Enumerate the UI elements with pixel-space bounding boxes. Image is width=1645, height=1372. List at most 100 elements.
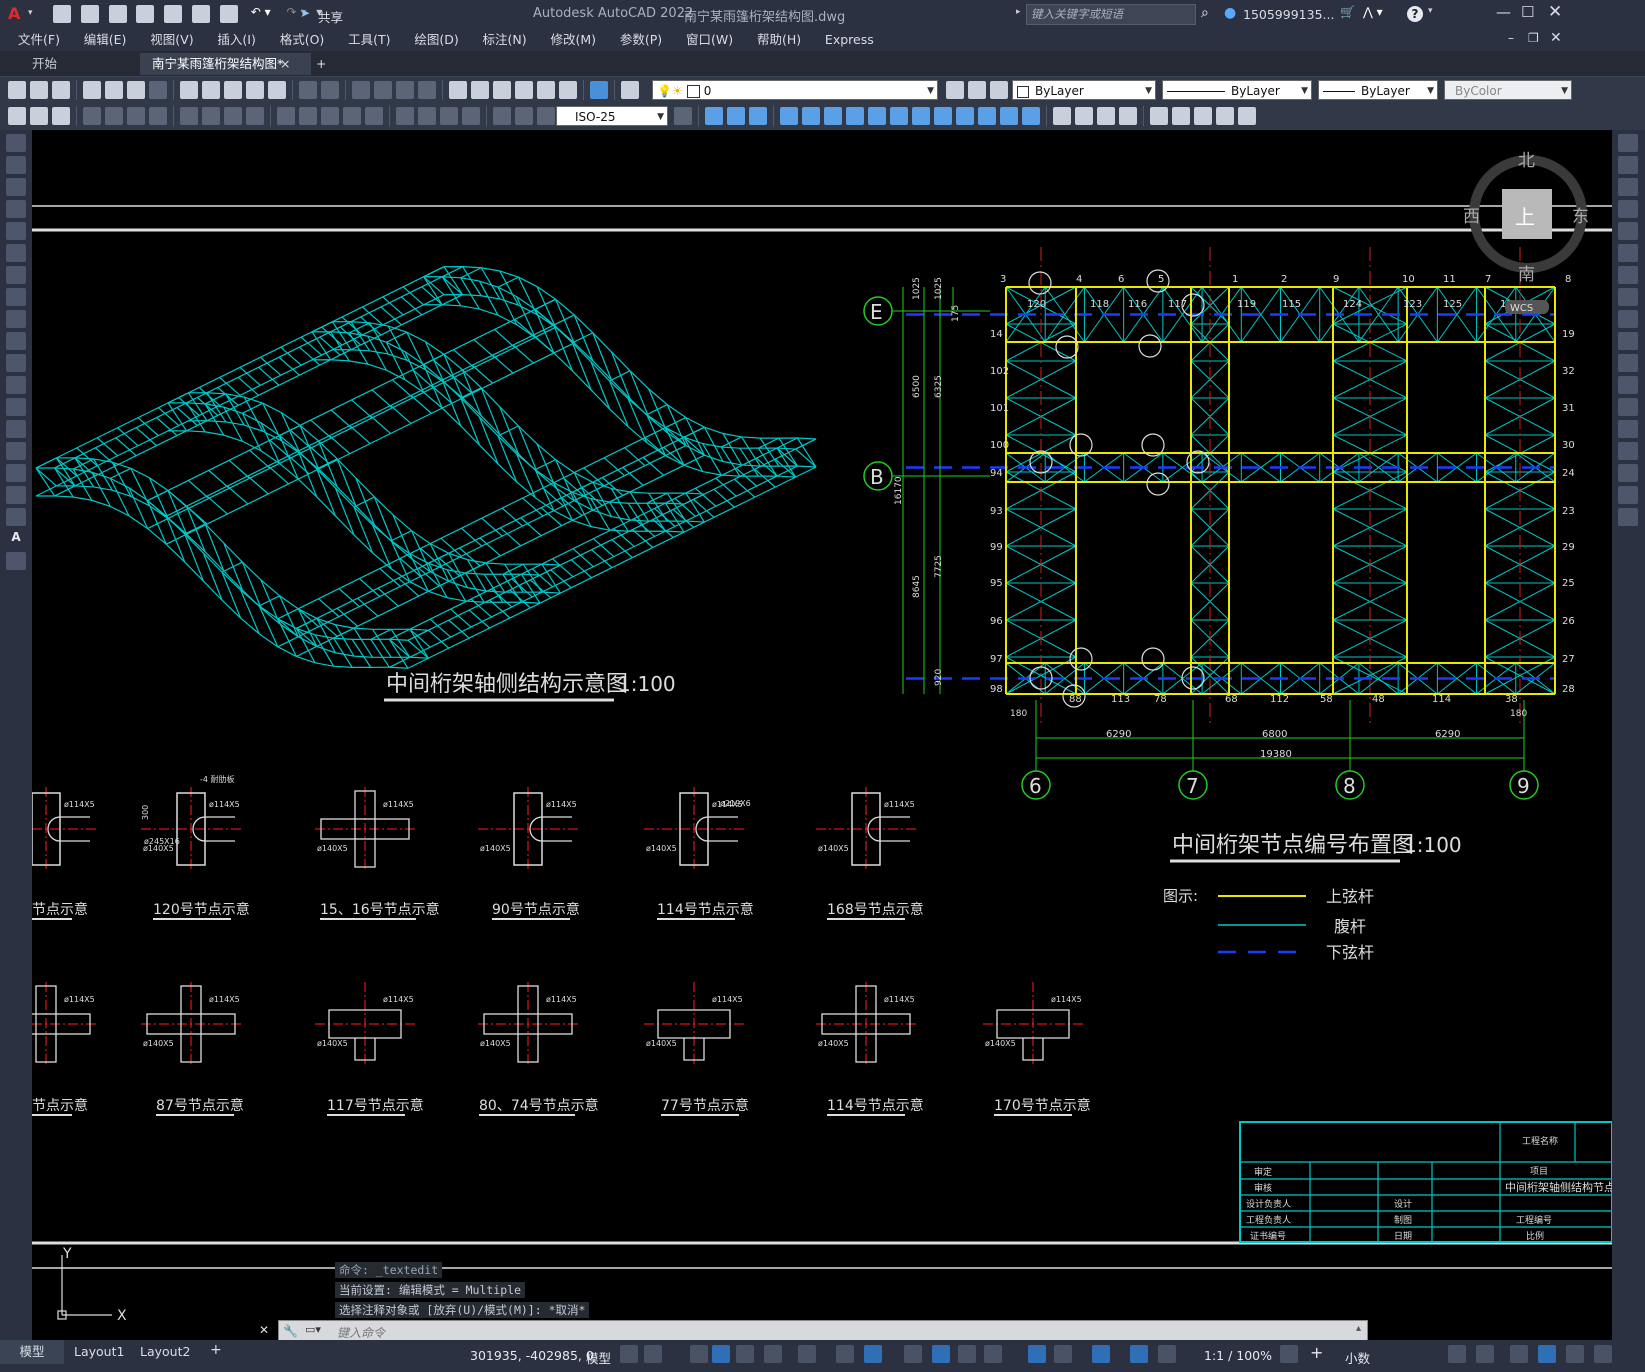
explode-icon[interactable] xyxy=(1053,107,1071,125)
search-expand-icon[interactable]: ▸ xyxy=(1016,7,1021,17)
make-current-icon[interactable] xyxy=(946,81,964,99)
quick-properties-icon[interactable] xyxy=(1448,1345,1466,1363)
table-icon[interactable] xyxy=(6,508,26,526)
menu-view[interactable]: 视图(V) xyxy=(140,29,203,51)
draw-order-icon[interactable] xyxy=(8,107,26,125)
dim-break-icon[interactable] xyxy=(365,107,383,125)
text-front-icon[interactable] xyxy=(30,107,48,125)
add-layout-icon[interactable]: + xyxy=(210,1342,222,1358)
rotate-icon[interactable] xyxy=(1618,266,1638,284)
explode-icon[interactable] xyxy=(1618,508,1638,526)
chamfer-icon[interactable] xyxy=(1618,442,1638,460)
scale-icon[interactable] xyxy=(1618,288,1638,306)
lineweight-icon[interactable] xyxy=(864,1345,882,1363)
design-center-icon[interactable] xyxy=(471,81,489,99)
isolate-objects-icon[interactable] xyxy=(1510,1345,1528,1363)
help-icon[interactable] xyxy=(590,81,608,99)
dim-diameter-icon[interactable] xyxy=(224,107,242,125)
menu-format[interactable]: 格式(O) xyxy=(270,29,335,51)
ellipse-icon[interactable] xyxy=(6,332,26,350)
undo-icon[interactable]: ↶ ▾ xyxy=(251,5,271,19)
image-icon[interactable] xyxy=(1216,107,1234,125)
workspace-icon[interactable] xyxy=(1280,1345,1298,1363)
rectangle-icon[interactable] xyxy=(6,222,26,240)
tab-start[interactable]: 开始 xyxy=(20,53,69,75)
save-web-icon[interactable] xyxy=(192,5,211,23)
dimstyle-manager-icon[interactable] xyxy=(674,107,692,125)
infer-icon[interactable] xyxy=(690,1345,708,1363)
dim-edit-icon[interactable] xyxy=(493,107,511,125)
tool-palettes-icon[interactable] xyxy=(493,81,511,99)
viewcube[interactable]: 上 北 南 东 西 WCS xyxy=(1463,151,1589,314)
dynamic-ucs-icon[interactable] xyxy=(984,1345,1002,1363)
annotation-monitor-icon[interactable]: + xyxy=(1310,1343,1323,1362)
3d-osnap-icon[interactable] xyxy=(958,1345,976,1363)
isodraft-icon[interactable] xyxy=(764,1345,782,1363)
menu-help[interactable]: 帮助(H) xyxy=(747,29,811,51)
auto-scale-icon[interactable] xyxy=(1130,1345,1148,1363)
line-icon[interactable] xyxy=(6,134,26,152)
scale-icon[interactable] xyxy=(868,107,886,125)
stretch-icon[interactable] xyxy=(890,107,908,125)
open-icon[interactable] xyxy=(80,5,99,23)
share-icon[interactable]: ➤ xyxy=(300,6,310,20)
pedit-icon[interactable] xyxy=(1075,107,1093,125)
search-input[interactable]: 键入关键字或短语 xyxy=(1026,4,1196,25)
polar-icon[interactable] xyxy=(736,1345,754,1363)
copy-object-icon[interactable] xyxy=(727,107,745,125)
close-command-icon[interactable]: ✕ xyxy=(259,1323,269,1337)
coordinates[interactable]: 301935, -402985, 0 xyxy=(470,1348,594,1363)
polygon-icon[interactable] xyxy=(6,200,26,218)
lock-ui-icon[interactable] xyxy=(1476,1345,1494,1363)
app-menu-chevron-icon[interactable]: ▾ xyxy=(28,8,33,18)
redo-icon[interactable] xyxy=(321,81,339,99)
copy-icon[interactable] xyxy=(1618,156,1638,174)
cart-icon[interactable]: 🛒 xyxy=(1340,5,1355,19)
viewcube-east[interactable]: 东 xyxy=(1572,207,1589,227)
erase-icon[interactable] xyxy=(1618,134,1638,152)
color-dropdown[interactable]: ByLayer ▼ xyxy=(1012,80,1156,100)
break-icon[interactable] xyxy=(1618,398,1638,416)
splinedit-icon[interactable] xyxy=(1119,107,1137,125)
ortho-icon[interactable] xyxy=(712,1345,730,1363)
extend-icon[interactable] xyxy=(934,107,952,125)
circle-icon[interactable] xyxy=(6,266,26,284)
refclose-icon[interactable] xyxy=(1238,107,1256,125)
polyline-icon[interactable] xyxy=(6,178,26,196)
menu-draw[interactable]: 绘图(D) xyxy=(404,29,468,51)
break-icon[interactable] xyxy=(956,107,974,125)
model-space-toggle[interactable]: 模型 xyxy=(586,1348,611,1367)
trim-icon[interactable] xyxy=(912,107,930,125)
dim-jogged-icon[interactable] xyxy=(202,107,220,125)
dim-ordinate-icon[interactable] xyxy=(149,107,167,125)
user-icon[interactable]: ● xyxy=(1224,5,1236,21)
tab-layout1[interactable]: Layout1 xyxy=(74,1344,124,1359)
grid-icon[interactable] xyxy=(620,1345,638,1363)
inspect-icon[interactable] xyxy=(440,107,458,125)
new-tab-icon[interactable]: + xyxy=(310,53,332,75)
layer-previous-icon[interactable] xyxy=(968,81,986,99)
trim-icon[interactable] xyxy=(1618,332,1638,350)
undo-icon[interactable] xyxy=(299,81,317,99)
dim-aligned-icon[interactable] xyxy=(105,107,123,125)
gradient-icon[interactable] xyxy=(6,464,26,482)
snap-icon[interactable] xyxy=(644,1345,662,1363)
customize-icon[interactable] xyxy=(1594,1345,1612,1363)
plot-icon[interactable] xyxy=(83,81,101,99)
maximize-icon[interactable]: ☐ xyxy=(1521,3,1534,21)
graphics-performance-icon[interactable] xyxy=(1538,1345,1556,1363)
save-icon[interactable] xyxy=(108,5,127,23)
xref-icon[interactable] xyxy=(1172,107,1190,125)
array-icon[interactable] xyxy=(1618,222,1638,240)
doc-close-icon[interactable]: ✕ xyxy=(1550,30,1562,46)
region-icon[interactable] xyxy=(6,486,26,504)
dim-space-icon[interactable] xyxy=(343,107,361,125)
recent-commands-icon[interactable]: ▭▾ xyxy=(305,1323,321,1336)
selection-filter-icon[interactable] xyxy=(1028,1345,1046,1363)
help-chevron-icon[interactable]: ▾ xyxy=(1428,6,1433,16)
arc-icon[interactable] xyxy=(6,244,26,262)
copy-icon[interactable] xyxy=(202,81,220,99)
move-icon[interactable] xyxy=(824,107,842,125)
share-button[interactable]: 共享 xyxy=(318,7,343,26)
layer-properties-icon[interactable] xyxy=(621,81,639,99)
